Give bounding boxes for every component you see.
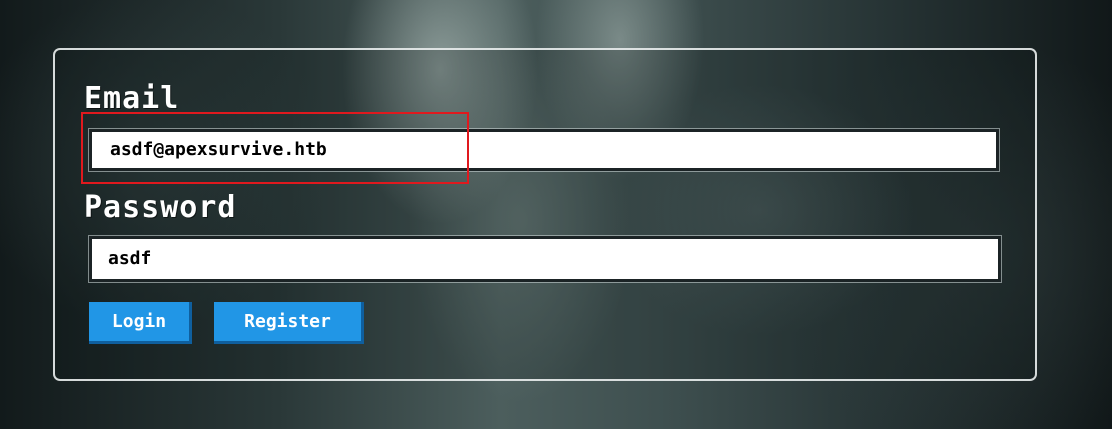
register-button[interactable]: Register xyxy=(214,302,364,344)
password-label: Password xyxy=(84,190,237,225)
email-field[interactable]: asdf@apexsurvive.htb xyxy=(88,128,1000,172)
login-button[interactable]: Login xyxy=(89,302,192,344)
email-label: Email xyxy=(84,81,180,116)
password-field[interactable]: asdf xyxy=(88,235,1002,283)
